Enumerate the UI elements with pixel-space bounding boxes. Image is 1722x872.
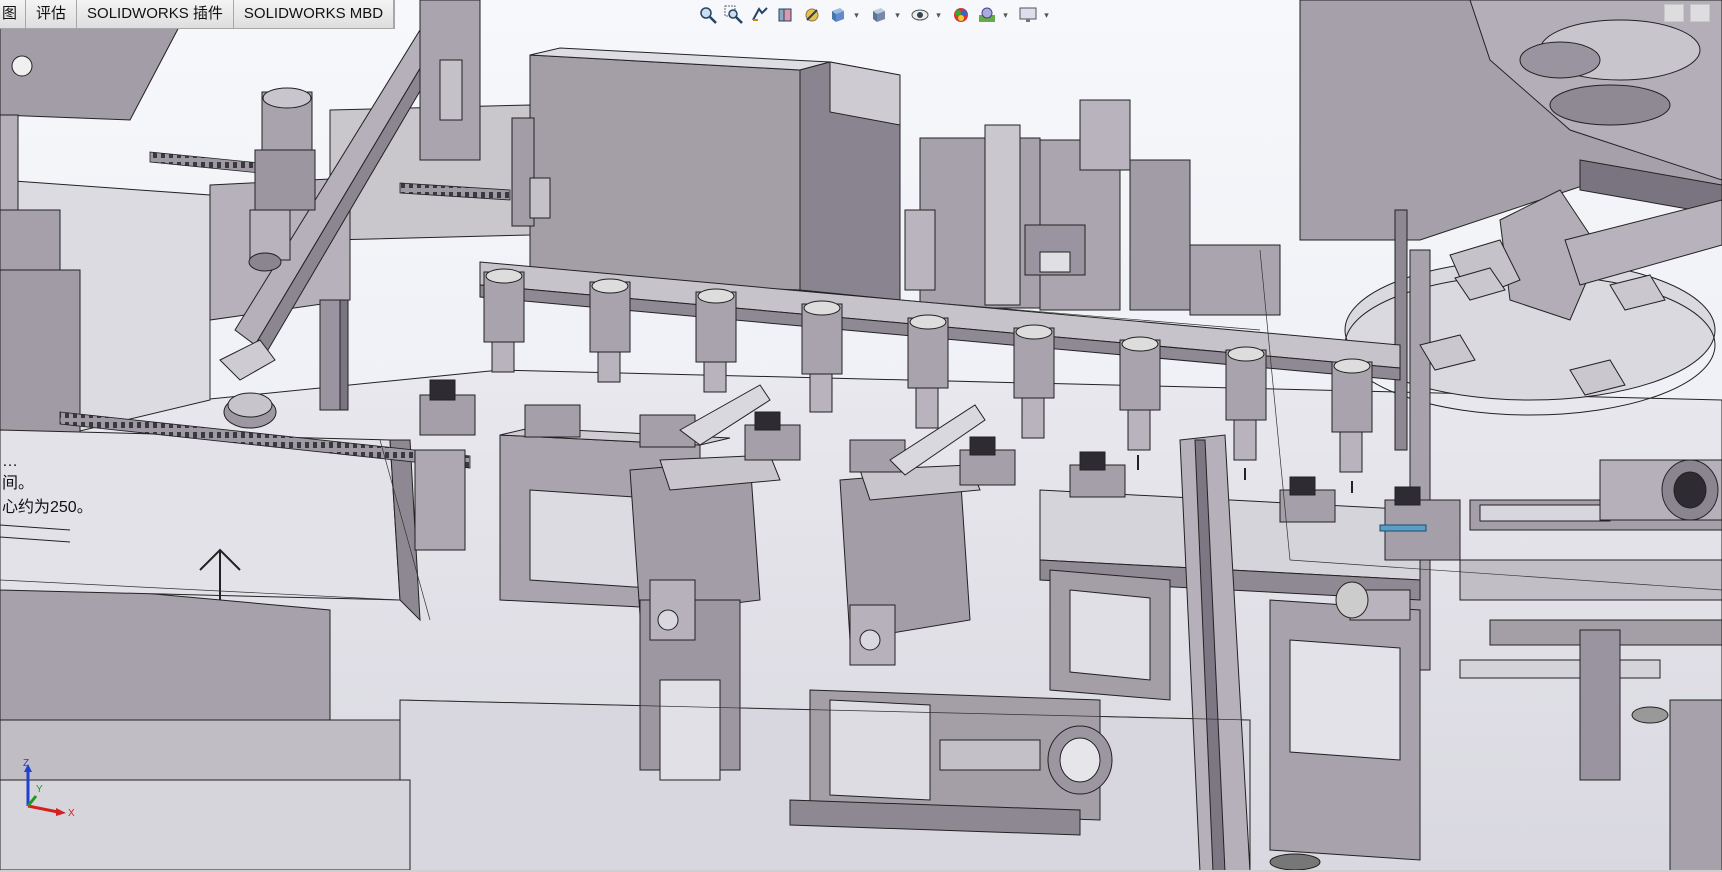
- restore-viewport-button[interactable]: [1664, 4, 1684, 22]
- highlighted-part: [1379, 524, 1427, 532]
- edit-appearance-icon: [954, 8, 968, 22]
- tab-solidworks-mbd[interactable]: SOLIDWORKS MBD: [233, 0, 395, 28]
- triad-z-label: Z: [23, 758, 29, 769]
- apply-scene-dropdown-icon[interactable]: ▾: [1001, 10, 1010, 21]
- graphics-area[interactable]: … 间。 心约为250。 图 评估 SOLIDWORKS 插件 SOLIDWOR…: [0, 0, 1722, 872]
- center-lift-unit: [904, 99, 1281, 316]
- section-view-button[interactable]: [774, 3, 798, 27]
- hide-show-items-dropdown-icon[interactable]: ▾: [934, 10, 943, 21]
- annotation-line-3: 心约为250。: [2, 498, 93, 516]
- annotation-line-1: …: [2, 453, 18, 470]
- zoom-to-fit-button[interactable]: [696, 3, 720, 27]
- view-orientation-icon: [832, 8, 844, 22]
- previous-view-button[interactable]: [748, 3, 772, 27]
- view-settings-dropdown-icon[interactable]: ▾: [1042, 10, 1051, 21]
- hide-show-items-button[interactable]: [908, 3, 932, 27]
- assembly-model[interactable]: … 间。 心约为250。: [0, 0, 1722, 872]
- display-style-button[interactable]: [867, 3, 891, 27]
- previous-view-icon: [752, 7, 768, 21]
- tab-view[interactable]: 图: [0, 0, 27, 28]
- zoom-to-area-icon: [724, 5, 743, 24]
- zoom-to-area-button[interactable]: [722, 3, 746, 27]
- view-settings-button[interactable]: [1016, 3, 1040, 27]
- view-settings-icon: [1019, 7, 1037, 22]
- dynamic-annotation-icon: [805, 8, 819, 22]
- viewport-window-controls: [1664, 4, 1710, 22]
- apply-scene-icon: [979, 7, 995, 22]
- reference-triad: Z Y X: [23, 758, 75, 818]
- top-right-housing: [1299, 0, 1722, 241]
- triad-y-label: Y: [36, 784, 43, 795]
- zoom-to-fit-icon: [700, 7, 717, 24]
- maximize-viewport-button[interactable]: [1690, 4, 1710, 22]
- hide-show-items-icon: [911, 9, 929, 21]
- heads-up-view-toolbar: ▾ ▾ ▾ ▾ ▾: [696, 2, 1055, 28]
- view-orientation-button[interactable]: [826, 3, 850, 27]
- display-style-dropdown-icon[interactable]: ▾: [893, 10, 902, 21]
- annotation-line-2: 间。: [2, 474, 34, 492]
- command-manager-tabs: 图 评估 SOLIDWORKS 插件 SOLIDWORKS MBD: [0, 0, 396, 29]
- apply-scene-button[interactable]: [975, 3, 999, 27]
- dynamic-annotation-button[interactable]: [800, 3, 824, 27]
- triad-x-label: X: [68, 808, 75, 818]
- edit-appearance-button[interactable]: [949, 3, 973, 27]
- display-style-icon: [873, 8, 885, 22]
- tab-evaluate[interactable]: 评估: [26, 0, 78, 28]
- section-view-icon: [778, 8, 792, 22]
- view-orientation-dropdown-icon[interactable]: ▾: [852, 10, 861, 21]
- tab-solidworks-addins[interactable]: SOLIDWORKS 插件: [77, 0, 234, 28]
